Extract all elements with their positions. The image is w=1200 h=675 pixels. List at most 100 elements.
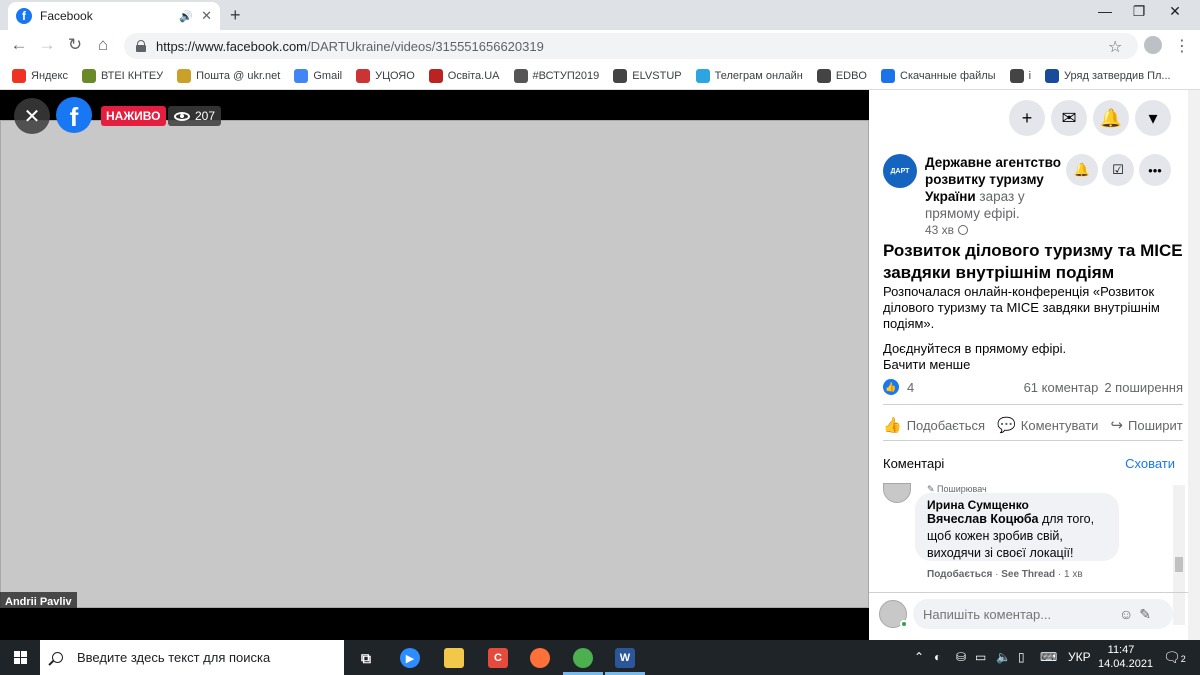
bell-icon[interactable]: 🔔	[1066, 154, 1098, 186]
download-icon	[881, 68, 895, 83]
tray-language[interactable]: УКР	[1068, 650, 1091, 664]
close-window-icon[interactable]: ✕	[1152, 3, 1198, 20]
profile-avatar[interactable]	[1144, 36, 1162, 54]
video-frame[interactable]	[0, 120, 869, 608]
bookmark-item[interactable]: Пошта @ ukr.net	[177, 68, 281, 83]
share-button[interactable]: ↪ Поширит	[1110, 416, 1182, 434]
bookmark-item[interactable]: Gmail	[294, 68, 342, 83]
like-label: Подобається	[906, 417, 986, 433]
globe-icon	[816, 68, 831, 83]
comment-button[interactable]: 💬 Коментувати	[997, 416, 1098, 434]
reload-icon[interactable]: ↻	[64, 35, 86, 55]
flag-icon	[356, 68, 371, 83]
tray-volume-icon[interactable]: 🔈	[996, 650, 1011, 664]
tray-app-icon[interactable]: ◐	[934, 650, 941, 664]
comments-scroll-thumb[interactable]	[1175, 557, 1183, 572]
tray-expand-icon[interactable]: ⌃	[914, 650, 924, 664]
page-header: Державне агентство розвитку туризму Укра…	[925, 154, 1065, 222]
bookmark-item[interactable]: ВТЕІ КНТЕУ	[82, 68, 163, 83]
reactions-bar: 👍 4 61 коментар 2 поширення	[883, 379, 1183, 395]
hide-comments-link[interactable]: Сховати	[1125, 456, 1175, 471]
comment-text: Вячеслав Коцюба для того, щоб кожен зроб…	[927, 511, 1107, 562]
messenger-icon[interactable]: ✉	[1051, 100, 1087, 136]
bookmark-item[interactable]: Скачанные файлы	[881, 68, 996, 83]
tray-dropbox-icon[interactable]: ⛁	[956, 650, 966, 664]
bookmark-item[interactable]: Освіта.UA	[428, 68, 500, 83]
bookmark-star-icon[interactable]: ☆	[1108, 37, 1122, 57]
taskbar-clock[interactable]: 11:47 14.04.2021	[1098, 643, 1153, 671]
create-icon[interactable]: +	[1009, 100, 1045, 136]
comments-count[interactable]: 61 коментар	[1024, 380, 1099, 395]
comment-like-link[interactable]: Подобається	[927, 569, 992, 580]
tab-facebook[interactable]: f Facebook 🔊 ✕	[8, 2, 220, 30]
notification-center-icon[interactable]: 🗨2	[1163, 649, 1186, 666]
comment-time[interactable]: 1 хв	[1064, 569, 1083, 580]
comments-scrollbar[interactable]	[1173, 485, 1185, 625]
comment-mention[interactable]: Вячеслав Коцюба	[927, 512, 1039, 526]
facebook-favicon-icon: f	[16, 8, 32, 24]
divider	[883, 440, 1183, 441]
like-reaction-icon[interactable]: 👍	[883, 379, 899, 395]
file-explorer-icon[interactable]	[444, 648, 464, 668]
post-body-join: Доєднуйтеся в прямому ефірі.	[883, 341, 1067, 356]
word-icon[interactable]: W	[615, 648, 635, 668]
commenter-avatar[interactable]	[883, 483, 911, 503]
bookmark-label: #ВСТУП2019	[532, 69, 600, 82]
bookmark-item[interactable]: Яндекс	[12, 68, 68, 83]
audio-playing-icon[interactable]: 🔊	[179, 10, 193, 23]
task-view-icon[interactable]: ⧉	[356, 648, 376, 668]
shares-count[interactable]: 2 поширення	[1104, 380, 1183, 395]
bookmark-item[interactable]: EDBO	[816, 68, 867, 83]
firefox-icon[interactable]	[530, 648, 550, 668]
taskbar-search[interactable]: Введите здесь текст для поиска	[40, 640, 344, 675]
tray-keyboard-icon[interactable]: ⌨	[1040, 650, 1057, 664]
see-less-link[interactable]: Бачити менше	[883, 357, 970, 372]
windows-start-icon[interactable]	[14, 651, 28, 665]
likes-count[interactable]: 4	[907, 380, 914, 395]
notifications-icon[interactable]: 🔔	[1093, 100, 1129, 136]
new-tab-button[interactable]: +	[230, 5, 241, 26]
save-icon[interactable]: ☑	[1102, 154, 1134, 186]
zoom-app-icon[interactable]: ▶	[400, 648, 420, 668]
page-avatar[interactable]: ДАРТ	[883, 154, 917, 188]
facebook-logo-icon[interactable]: f	[56, 97, 92, 133]
account-menu-icon[interactable]: ▾	[1135, 100, 1171, 136]
like-button[interactable]: 👍 Подобається	[883, 416, 985, 434]
url-host: https://www.facebook.com	[156, 38, 308, 54]
bookmark-item[interactable]: ELVSTUP	[613, 68, 682, 83]
address-bar[interactable]: https://www.facebook.com/DARTUkraine/vid…	[124, 33, 1138, 59]
video-player[interactable]: ✕ f НАЖИВО 207 Andrii Pavliv	[0, 90, 869, 640]
chrome-icon[interactable]	[573, 648, 593, 668]
back-icon[interactable]: ←	[8, 35, 30, 55]
notification-count: 2	[1180, 654, 1186, 664]
forward-icon[interactable]: →	[36, 35, 58, 55]
home-icon[interactable]: ⌂	[92, 35, 114, 55]
tray-display-icon[interactable]: ▯	[1018, 650, 1025, 664]
bookmark-item[interactable]: УЦОЯО	[356, 68, 415, 83]
comment-author[interactable]: Ирина Сумщенко	[927, 498, 1029, 512]
divider	[883, 404, 1183, 405]
post-time[interactable]: 43 хв	[925, 223, 954, 237]
emoji-icon[interactable]: ☺	[1119, 606, 1133, 622]
panel-scrollbar[interactable]	[1188, 90, 1200, 640]
sticker-icon[interactable]: ✎	[1139, 606, 1151, 623]
more-options-icon[interactable]: •••	[1139, 154, 1171, 186]
comment-input[interactable]: ☺ ✎	[913, 599, 1173, 629]
bookmark-label: Пошта @ ukr.net	[196, 69, 281, 82]
yandex-icon	[12, 68, 26, 83]
bookmark-item[interactable]: і	[1009, 68, 1031, 83]
bookmark-item[interactable]: Уряд затвердив Пл...	[1045, 68, 1171, 83]
bookmark-item[interactable]: Телеграм онлайн	[695, 68, 803, 83]
google-icon	[294, 68, 309, 83]
video-bottom-bar	[0, 608, 869, 640]
close-tab-icon[interactable]: ✕	[201, 8, 212, 24]
close-video-icon[interactable]: ✕	[14, 98, 50, 134]
tray-network-icon[interactable]: ▭	[975, 650, 986, 664]
post-panel: + ✉ 🔔 ▾ ДАРТ Державне агентство розвитку…	[869, 90, 1200, 640]
see-thread-link[interactable]: See Thread	[1001, 569, 1055, 580]
bookmark-item[interactable]: #ВСТУП2019	[513, 68, 600, 83]
ccleaner-icon[interactable]: C	[488, 648, 508, 668]
globe-icon	[958, 225, 969, 235]
browser-menu-icon[interactable]: ⋮	[1174, 36, 1190, 56]
comment-field[interactable]	[923, 606, 1113, 622]
